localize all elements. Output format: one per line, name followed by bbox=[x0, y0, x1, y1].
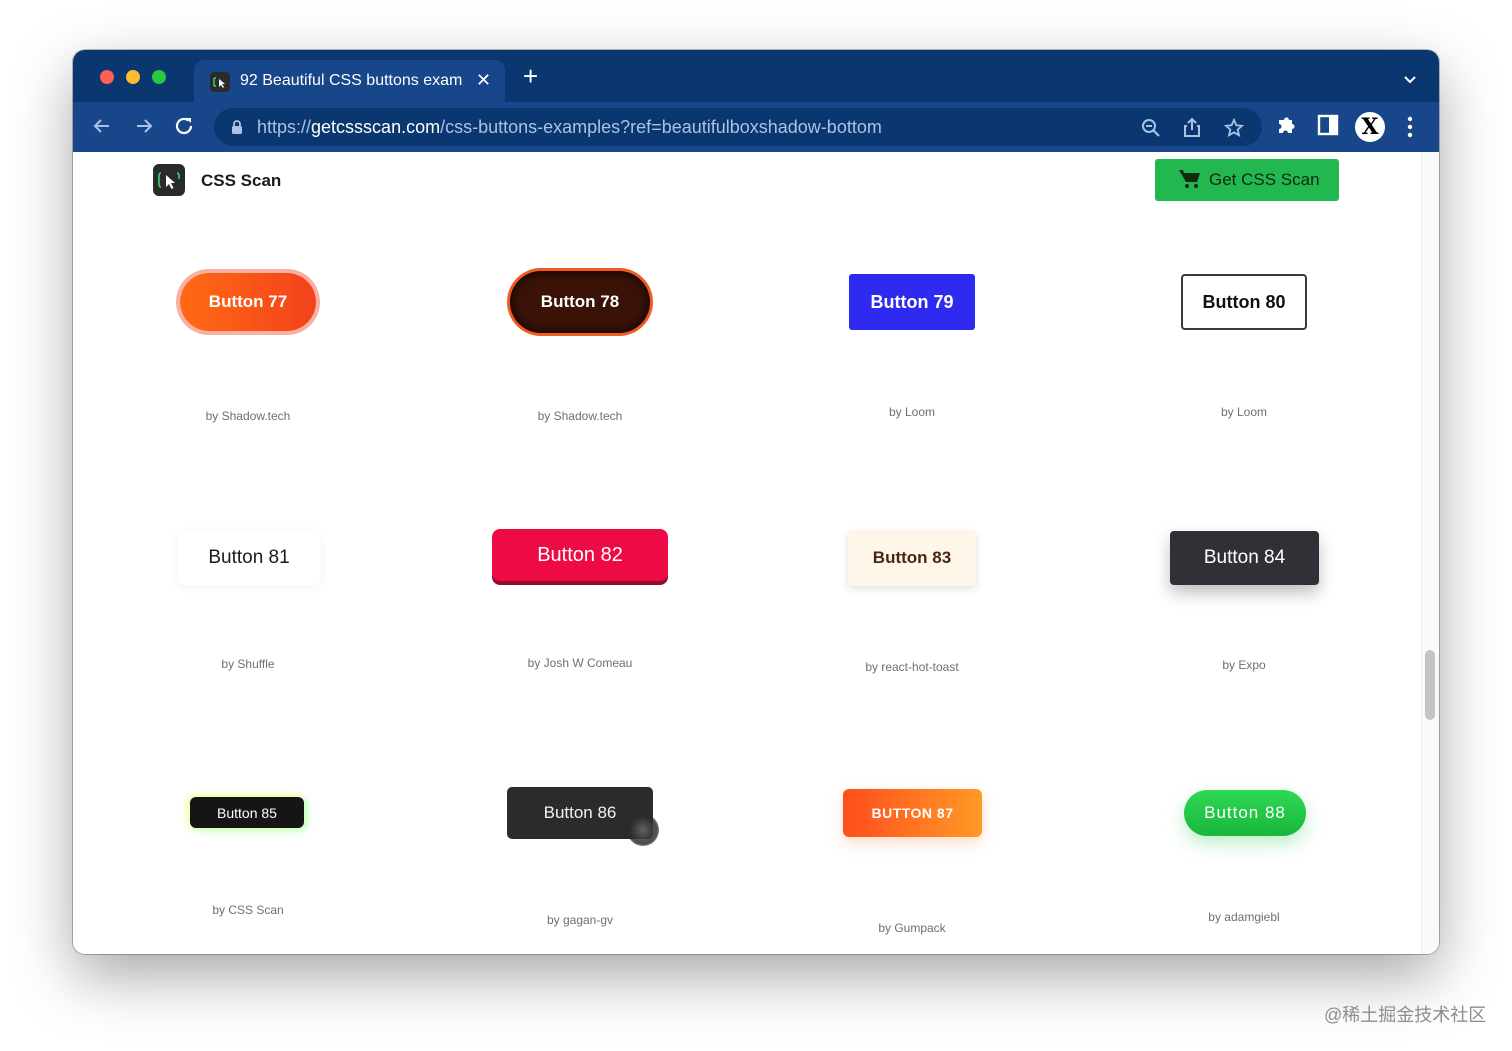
button-78-demo[interactable]: Button 78 bbox=[510, 271, 650, 333]
tab-close-icon[interactable]: ✕ bbox=[476, 70, 491, 91]
page-content: CSS Scan Get CSS Scan Button 77 by Shado… bbox=[73, 152, 1439, 954]
button-87-demo[interactable]: BUTTON 87 bbox=[843, 789, 982, 837]
button-82-demo[interactable]: Button 82 bbox=[492, 529, 668, 581]
button-79-demo[interactable]: Button 79 bbox=[849, 274, 975, 330]
lock-icon bbox=[232, 120, 242, 134]
extensions-puzzle-icon[interactable] bbox=[1276, 114, 1298, 136]
button-86-credit: by gagan-gv bbox=[546, 913, 614, 927]
button-84-credit: by Expo bbox=[1222, 658, 1266, 672]
button-80-demo[interactable]: Button 80 bbox=[1181, 274, 1307, 330]
tab-list-chevron-icon[interactable] bbox=[1403, 72, 1417, 90]
css-scan-favicon-icon bbox=[210, 72, 230, 92]
button-88-credit: by adamgiebl bbox=[1208, 910, 1280, 924]
css-scan-logo-icon[interactable] bbox=[153, 164, 185, 196]
button-85-credit: by CSS Scan bbox=[212, 903, 284, 917]
button-83-demo[interactable]: Button 83 bbox=[848, 530, 976, 586]
back-arrow-icon[interactable] bbox=[91, 115, 113, 141]
minimize-window-button[interactable] bbox=[126, 70, 140, 84]
button-83-credit: by react-hot-toast bbox=[865, 660, 959, 674]
button-84-demo[interactable]: Button 84 bbox=[1170, 531, 1319, 585]
button-81-credit: by Shuffle bbox=[221, 657, 275, 671]
button-77-credit: by Shadow.tech bbox=[205, 409, 291, 423]
shopping-cart-icon bbox=[1179, 170, 1200, 188]
get-css-scan-button[interactable]: Get CSS Scan bbox=[1155, 159, 1339, 201]
watermark-text: @稀土掘金技术社区 bbox=[1324, 1005, 1487, 1025]
button-86-hover-dot bbox=[627, 814, 659, 846]
get-css-scan-label: Get CSS Scan bbox=[1209, 170, 1320, 189]
button-78-credit: by Shadow.tech bbox=[537, 409, 623, 423]
button-88-demo[interactable]: Button 88 bbox=[1184, 790, 1306, 836]
new-tab-button[interactable]: + bbox=[523, 63, 538, 89]
tab-title: 92 Beautiful CSS buttons exam bbox=[240, 72, 463, 89]
button-87-credit: by Gumpack bbox=[878, 921, 946, 935]
reload-icon[interactable] bbox=[173, 115, 195, 141]
url-text: https://getcssscan.com/css-buttons-examp… bbox=[257, 117, 882, 137]
active-tab[interactable]: 92 Beautiful CSS buttons exam ✕ bbox=[194, 60, 505, 102]
close-window-button[interactable] bbox=[100, 70, 114, 84]
browser-toolbar: https://getcssscan.com/css-buttons-examp… bbox=[73, 102, 1439, 152]
side-panel-icon[interactable] bbox=[1317, 114, 1339, 136]
button-81-demo[interactable]: Button 81 bbox=[177, 530, 321, 586]
button-79-credit: by Loom bbox=[888, 405, 936, 419]
profile-avatar[interactable]: X bbox=[1355, 112, 1385, 142]
scrollbar-thumb[interactable] bbox=[1425, 650, 1435, 720]
scrollbar-track[interactable] bbox=[1421, 152, 1439, 954]
more-menu-icon[interactable] bbox=[1406, 114, 1414, 140]
button-80-credit: by Loom bbox=[1220, 405, 1268, 419]
bookmark-star-icon[interactable] bbox=[1224, 118, 1244, 138]
maximize-window-button[interactable] bbox=[152, 70, 166, 84]
zoom-magnifier-icon[interactable] bbox=[1141, 118, 1161, 138]
share-icon[interactable] bbox=[1183, 118, 1201, 138]
site-name[interactable]: CSS Scan bbox=[201, 171, 281, 191]
forward-arrow-icon[interactable] bbox=[133, 115, 155, 141]
address-bar[interactable]: https://getcssscan.com/css-buttons-examp… bbox=[214, 108, 1262, 146]
browser-window: 92 Beautiful CSS buttons exam ✕ + https:… bbox=[73, 50, 1439, 954]
button-82-credit: by Josh W Comeau bbox=[527, 656, 633, 670]
button-85-demo[interactable]: Button 85 bbox=[190, 797, 304, 828]
button-77-demo[interactable]: Button 77 bbox=[180, 273, 316, 331]
tab-bar: 92 Beautiful CSS buttons exam ✕ + bbox=[73, 50, 1439, 102]
